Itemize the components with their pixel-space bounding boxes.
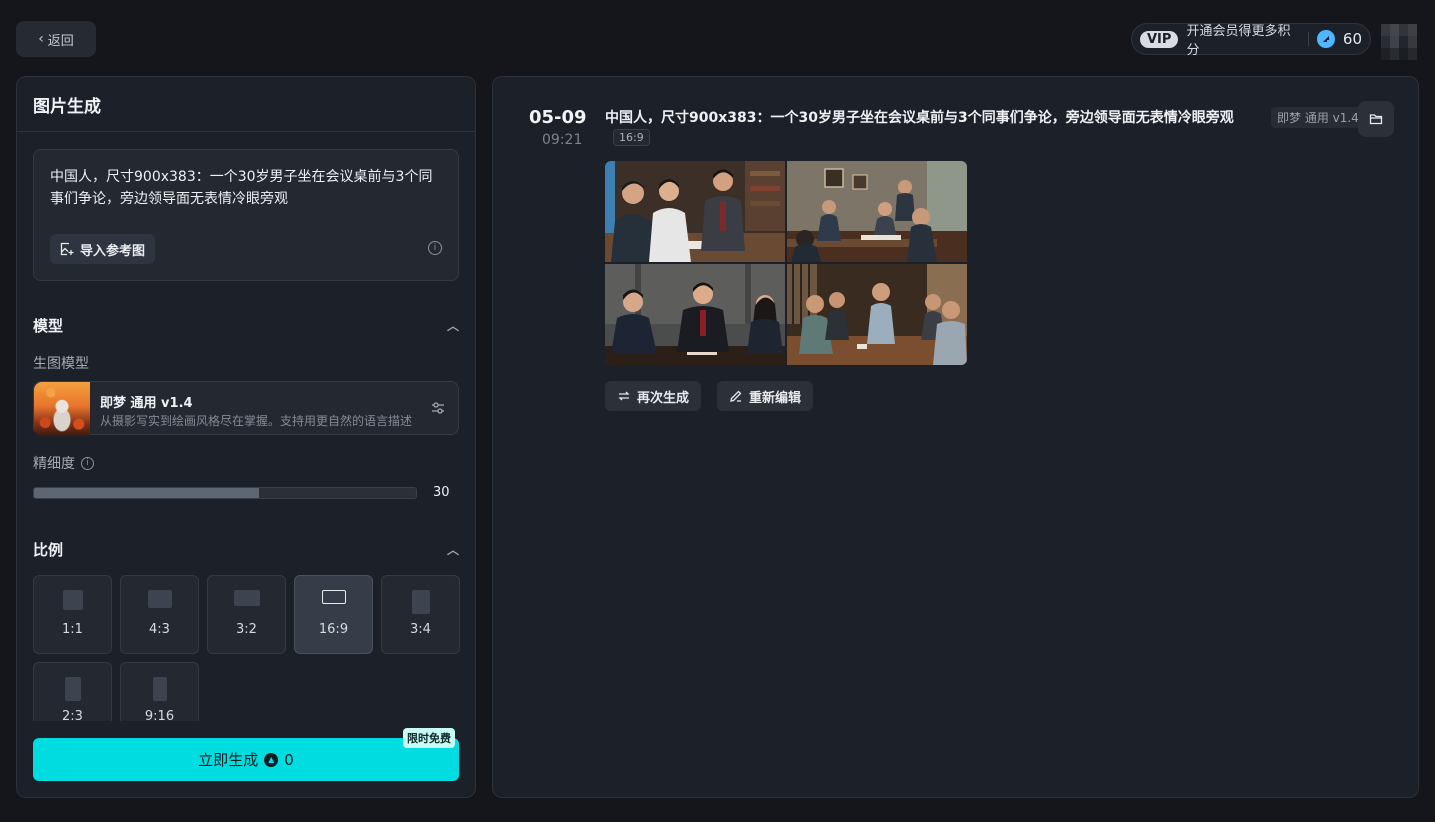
- ratio-shape-icon: [411, 590, 430, 614]
- results-panel: 05-09 09:21 中国人，尺寸900x383：一个30岁男子坐在会议桌前与…: [492, 76, 1419, 798]
- free-badge: 限时免费: [403, 728, 455, 748]
- reedit-label: 重新编辑: [749, 390, 802, 406]
- ratio-label: 3:2: [236, 622, 257, 637]
- record-prompt[interactable]: 中国人，尺寸900x383：一个30岁男子坐在会议桌前与3个同事们争论，旁边领导…: [605, 107, 1234, 127]
- pencil-icon: [730, 390, 742, 402]
- reedit-button[interactable]: 重新编辑: [717, 381, 814, 411]
- back-label: 返回: [47, 33, 74, 49]
- ratio-option-16x9[interactable]: 16:9: [294, 575, 373, 654]
- ratio-label: 16:9: [318, 622, 349, 637]
- record-ratio-tag: 16:9: [613, 129, 650, 146]
- ratio-option-9x16[interactable]: 9:16: [120, 662, 199, 721]
- record-date: 05-09: [529, 107, 587, 128]
- generate-button[interactable]: 立即生成 ▲ 0: [33, 738, 459, 781]
- generated-image-3[interactable]: [605, 264, 785, 365]
- top-bar: ‹ 返回 VIP 开通会员得更多积分 60: [0, 0, 1435, 76]
- generation-settings-panel: 图片生成 中国人，尺寸900x383：一个30岁男子坐在会议桌前与3个同事们争论…: [16, 76, 476, 798]
- divider: [1308, 32, 1310, 46]
- ratio-shape-icon: [62, 590, 83, 610]
- ratio-option-3x2[interactable]: 3:2: [207, 575, 286, 654]
- vip-membership-pill[interactable]: VIP 开通会员得更多积分 60: [1131, 20, 1371, 58]
- ratio-section-header[interactable]: 比例 ︿: [33, 537, 459, 561]
- ratio-label: 9:16: [144, 709, 175, 721]
- generate-label: 立即生成: [198, 751, 259, 769]
- credit-icon: [1317, 30, 1335, 48]
- generated-image-2[interactable]: [787, 161, 967, 262]
- credit-icon: ▲: [264, 752, 279, 767]
- ratio-shape-icon: [64, 677, 81, 701]
- generate-cost: 0: [284, 750, 294, 769]
- regenerate-button[interactable]: 再次生成: [605, 381, 702, 411]
- refresh-icon: [618, 391, 630, 401]
- generated-image-1[interactable]: [605, 161, 785, 262]
- generated-image-grid: [605, 161, 968, 365]
- credit-balance: 60: [1342, 30, 1362, 48]
- record-time: 09:21: [542, 132, 583, 148]
- vip-upgrade-text[interactable]: 开通会员得更多积分: [1186, 20, 1300, 58]
- ratio-shape-icon: [147, 590, 172, 608]
- back-button[interactable]: ‹ 返回: [16, 21, 96, 57]
- folder-icon: [1369, 114, 1383, 125]
- folder-button[interactable]: [1358, 101, 1394, 137]
- regenerate-label: 再次生成: [637, 390, 690, 406]
- chevron-up-icon[interactable]: ︿: [447, 541, 459, 558]
- ratio-shape-icon: [152, 677, 167, 701]
- ratio-option-3x4[interactable]: 3:4: [381, 575, 460, 654]
- ratio-label: 1:1: [62, 622, 83, 637]
- generated-image-4[interactable]: [787, 264, 967, 365]
- ratio-shape-icon: [233, 590, 260, 606]
- ratio-option-2x3[interactable]: 2:3: [33, 662, 112, 721]
- ratio-label: 4:3: [149, 622, 170, 637]
- avatar[interactable]: [1381, 24, 1417, 60]
- ratio-section-title: 比例: [33, 540, 64, 559]
- vip-badge: VIP: [1140, 30, 1179, 48]
- ratio-option-1x1[interactable]: 1:1: [33, 575, 112, 654]
- chevron-left-icon: ‹: [38, 31, 44, 47]
- ratio-label: 3:4: [410, 622, 431, 637]
- ratio-label: 2:3: [62, 709, 83, 721]
- ratio-scroll-area[interactable]: 比例 ︿ 1:1 4:3 3:2 16:9 3:4 2:3 9:16: [17, 77, 475, 721]
- ratio-option-4x3[interactable]: 4:3: [120, 575, 199, 654]
- record-model-tag: 即梦 通用 v1.4: [1271, 107, 1365, 128]
- ratio-shape-icon: [321, 590, 346, 604]
